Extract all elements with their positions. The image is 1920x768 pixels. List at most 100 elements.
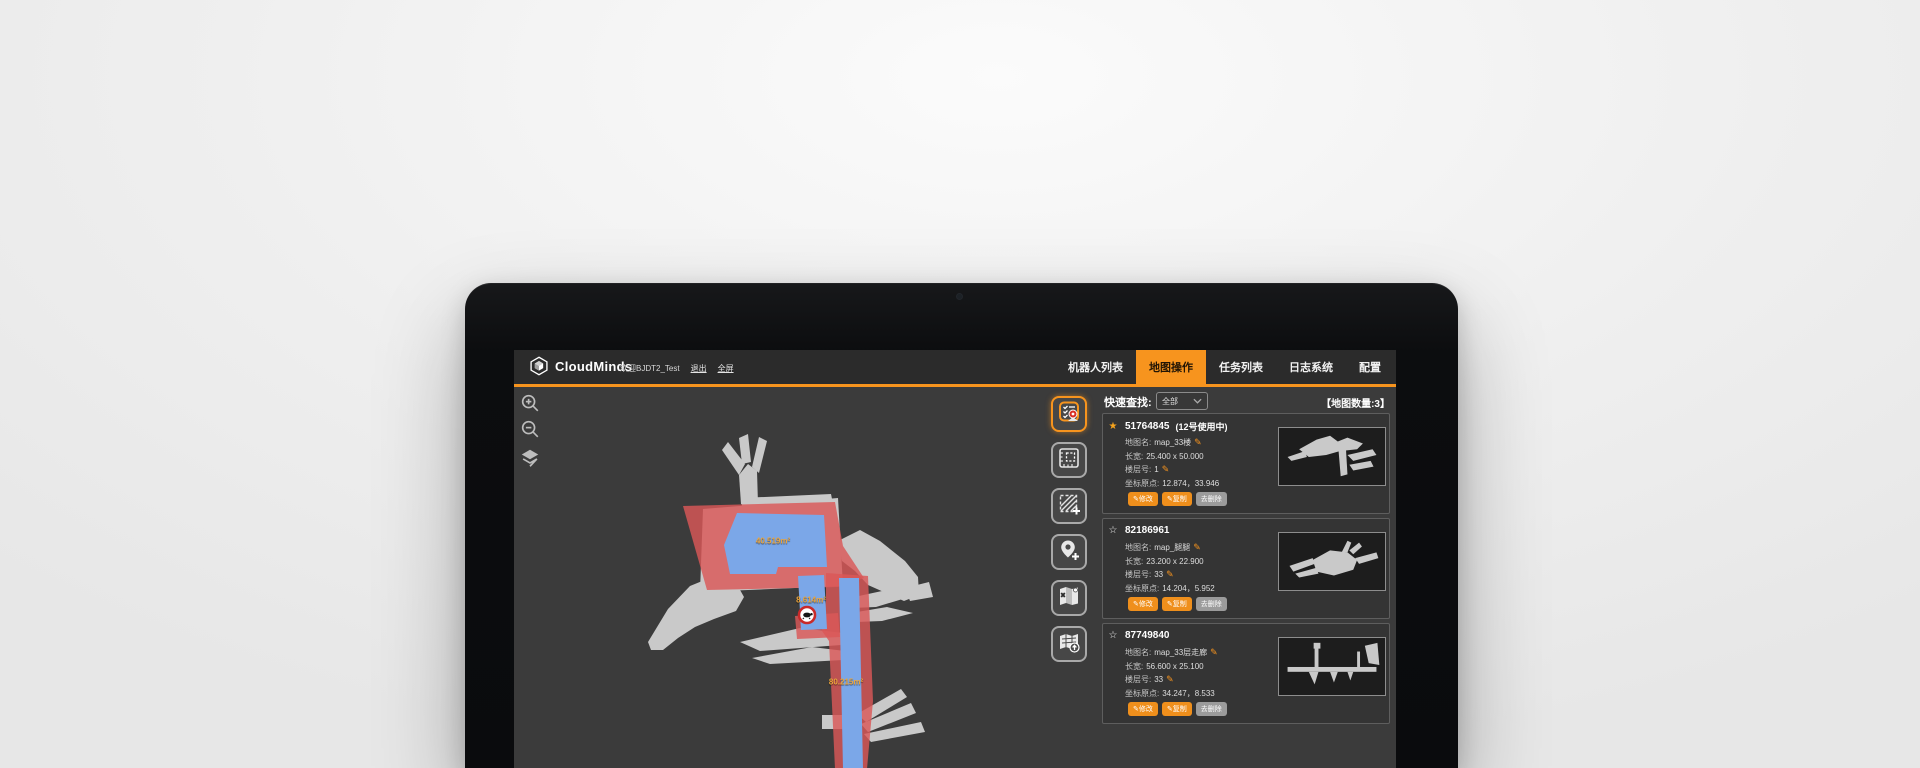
field-value: 33	[1154, 675, 1163, 684]
field-value: map_33楼	[1154, 438, 1191, 447]
star-filled-icon[interactable]: ★	[1107, 422, 1119, 432]
zoom-in-icon[interactable]	[518, 391, 542, 415]
star-outline-icon[interactable]: ☆	[1107, 631, 1119, 641]
nav-menu: 机器人列表地图操作任务列表日志系统配置	[1055, 350, 1394, 384]
measure-area-button[interactable]	[1051, 442, 1087, 478]
field-label: 长宽:	[1125, 662, 1143, 671]
copy-button[interactable]: ✎复制	[1162, 702, 1192, 716]
nav-tab-1[interactable]: 地图操作	[1136, 350, 1206, 384]
field-label: 地图名:	[1125, 543, 1151, 552]
nav-tab-2[interactable]: 任务列表	[1206, 350, 1276, 384]
measure-area-icon	[1057, 446, 1081, 475]
welcome-area: 欢迎BJDT2_Test 退出 全屏	[620, 363, 734, 374]
fullscreen-link[interactable]: 全屏	[718, 363, 734, 374]
card-field-3: 坐标原点:12.874，33.946	[1125, 478, 1219, 489]
map-canvas[interactable]: 40.519m² 8.614m² 80.215m²	[609, 405, 989, 768]
field-label: 长宽:	[1125, 452, 1143, 461]
copy-button[interactable]: ✎复制	[1162, 492, 1192, 506]
field-label: 楼层号:	[1125, 675, 1151, 684]
copy-button[interactable]: ✎复制	[1162, 597, 1192, 611]
card-field-2: 楼层号:1 ✎	[1125, 464, 1169, 475]
edit-pencil-icon[interactable]: ✎	[1166, 569, 1174, 579]
field-value: 1	[1154, 465, 1158, 474]
field-label: 楼层号:	[1125, 465, 1151, 474]
card-field-2: 楼层号:33✎	[1125, 569, 1174, 580]
delete-button[interactable]: 去删除	[1196, 597, 1227, 611]
card-field-3: 坐标原点:14.204，5.952	[1125, 583, 1215, 594]
delete-map-icon	[1057, 584, 1081, 613]
field-value: 25.400 x 50.000	[1146, 452, 1203, 461]
field-value: 12.874，33.946	[1162, 479, 1219, 488]
card-header: ☆ 87749840	[1107, 630, 1170, 641]
card-field-0: 地图名:map_腿腿✎	[1125, 542, 1201, 553]
edit-pencil-icon[interactable]: ✎	[1193, 542, 1201, 552]
map-list-panel: 快速查找: 全部 【地图数量:3】 ★51764845(12号使用中)地图名:m…	[1102, 391, 1394, 728]
webcam-dot	[957, 294, 962, 299]
delete-button[interactable]: 去删除	[1196, 702, 1227, 716]
occupancy-map	[609, 405, 989, 768]
card-field-1: 长宽:25.400 x 50.000	[1125, 451, 1204, 462]
card-field-2: 楼层号:33✎	[1125, 674, 1174, 685]
quick-search-label: 快速查找:	[1104, 394, 1152, 410]
layers-icon[interactable]	[518, 446, 542, 470]
add-region-icon	[1057, 492, 1081, 521]
card-field-0: 地图名:map_33层走廊✎	[1125, 647, 1218, 658]
field-label: 地图名:	[1125, 438, 1151, 447]
star-outline-icon[interactable]: ☆	[1107, 526, 1119, 536]
logout-link[interactable]: 退出	[691, 363, 707, 374]
modify-button[interactable]: ✎修改	[1128, 702, 1158, 716]
map-id: 82186961	[1125, 525, 1170, 536]
add-point-icon	[1057, 538, 1081, 567]
area-size-label: 8.614m²	[796, 596, 826, 605]
edit-pencil-icon[interactable]: ✎	[1166, 674, 1174, 684]
nav-tab-4[interactable]: 配置	[1346, 350, 1394, 384]
map-list-pin-button[interactable]	[1051, 396, 1087, 432]
field-label: 楼层号:	[1125, 570, 1151, 579]
card-actions: ✎修改 ✎复制去删除	[1128, 492, 1227, 506]
zoom-out-icon[interactable]	[518, 417, 542, 441]
chevron-down-icon	[1193, 398, 1202, 404]
nav-tab-3[interactable]: 日志系统	[1276, 350, 1346, 384]
brand: CloudMinds	[529, 356, 632, 376]
card-field-3: 坐标原点:34.247，8.533	[1125, 688, 1215, 699]
upload-map-icon	[1057, 630, 1081, 659]
map-count-text: 【地图数量:3】	[1321, 395, 1390, 410]
map-id: 87749840	[1125, 630, 1170, 641]
map-list-pin-icon	[1056, 399, 1082, 430]
modify-button[interactable]: ✎修改	[1128, 597, 1158, 611]
card-field-0: 地图名:map_33楼✎	[1125, 437, 1202, 448]
field-value: 33	[1154, 570, 1163, 579]
map-card-87749840: ☆ 87749840 地图名:map_33层走廊✎ 长宽:56.600 x 25.10…	[1102, 623, 1390, 724]
map-zoom-controls	[518, 391, 544, 472]
panel-header: 快速查找: 全部 【地图数量:3】	[1102, 391, 1394, 413]
page-background: CloudMinds 欢迎BJDT2_Test 退出 全屏 机器人列表地图操作任…	[0, 0, 1920, 768]
map-thumbnail[interactable]	[1278, 532, 1386, 591]
filter-dropdown[interactable]: 全部	[1156, 392, 1208, 410]
app-screen: CloudMinds 欢迎BJDT2_Test 退出 全屏 机器人列表地图操作任…	[514, 350, 1396, 768]
add-point-button[interactable]	[1051, 534, 1087, 570]
laptop-mockup: CloudMinds 欢迎BJDT2_Test 退出 全屏 机器人列表地图操作任…	[465, 283, 1458, 768]
delete-map-button[interactable]	[1051, 580, 1087, 616]
map-thumbnail[interactable]	[1278, 637, 1386, 696]
no-entry-badge[interactable]	[799, 607, 815, 623]
top-navbar: CloudMinds 欢迎BJDT2_Test 退出 全屏 机器人列表地图操作任…	[514, 350, 1396, 387]
card-field-1: 长宽:56.600 x 25.100	[1125, 661, 1204, 672]
card-header: ☆ 82186961	[1107, 525, 1170, 536]
edit-pencil-icon[interactable]: ✎	[1162, 464, 1170, 474]
cloudminds-logo-icon	[529, 356, 549, 376]
map-card-82186961: ☆82186961地图名:map_腿腿✎长宽:23.200 x 22.900楼层…	[1102, 518, 1390, 619]
map-card-list: ★51764845(12号使用中)地图名:map_33楼✎长宽:25.400 x…	[1102, 413, 1394, 724]
card-actions: ✎修改 ✎复制去删除	[1128, 597, 1227, 611]
upload-map-button[interactable]	[1051, 626, 1087, 662]
add-region-button[interactable]	[1051, 488, 1087, 524]
delete-button[interactable]: 去删除	[1196, 492, 1227, 506]
map-in-use-badge: (12号使用中)	[1176, 420, 1228, 433]
modify-button[interactable]: ✎修改	[1128, 492, 1158, 506]
map-thumbnail[interactable]	[1278, 427, 1386, 486]
nav-tab-0[interactable]: 机器人列表	[1055, 350, 1136, 384]
edit-pencil-icon[interactable]: ✎	[1210, 647, 1218, 657]
filter-value: 全部	[1162, 396, 1193, 407]
map-card-51764845: ★51764845(12号使用中)地图名:map_33楼✎长宽:25.400 x…	[1102, 413, 1390, 514]
edit-pencil-icon[interactable]: ✎	[1194, 437, 1202, 447]
card-actions: ✎修改 ✎复制去删除	[1128, 702, 1227, 716]
